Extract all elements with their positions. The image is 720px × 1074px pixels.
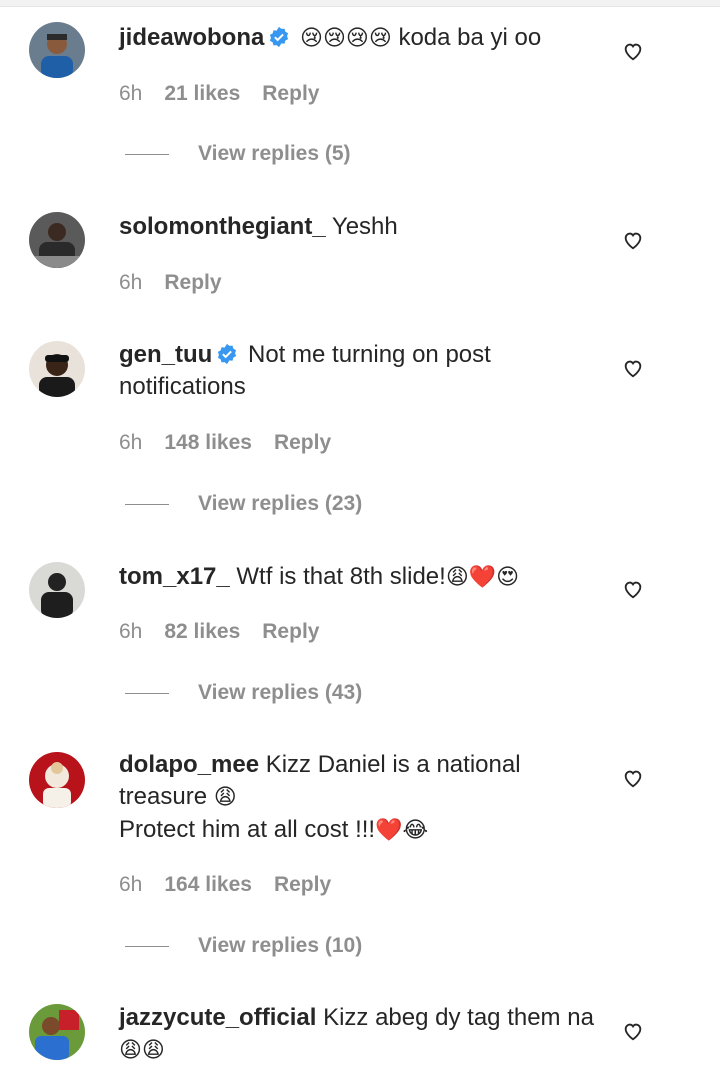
username[interactable]: dolapo_mee bbox=[119, 751, 259, 778]
avatar[interactable] bbox=[29, 212, 85, 268]
like-heart-icon[interactable] bbox=[622, 229, 644, 251]
comment-text: dolapo_mee Kizz Daniel is a national tre… bbox=[119, 749, 599, 847]
view-replies-button[interactable]: View replies (43) bbox=[125, 681, 362, 705]
comment-meta: 6h 148 likes Reply bbox=[119, 430, 331, 456]
comment-text: tom_x17_ Wtf is that 8th slide!😩❤️😍 bbox=[119, 561, 599, 594]
username[interactable]: tom_x17_ bbox=[119, 563, 230, 590]
comment-body: koda ba yi oo bbox=[398, 24, 542, 51]
divider bbox=[125, 945, 169, 947]
likes-count[interactable]: 164 likes bbox=[164, 872, 252, 898]
reply-button[interactable]: Reply bbox=[274, 430, 331, 456]
emoji: ❤️😂 bbox=[375, 818, 429, 843]
comment-meta: 6h 164 likes Reply bbox=[119, 872, 331, 898]
emoji: 😩❤️😍 bbox=[445, 565, 520, 590]
comment-meta: 6h 82 likes Reply bbox=[119, 619, 319, 645]
emoji: 😩 bbox=[213, 785, 237, 810]
username[interactable]: jideawobona bbox=[119, 24, 264, 51]
view-replies-label: View replies (5) bbox=[198, 142, 351, 165]
view-replies-label: View replies (23) bbox=[198, 492, 363, 515]
divider bbox=[125, 503, 169, 505]
emoji: 😩😩 bbox=[119, 1038, 165, 1063]
comment-body: Yeshh bbox=[331, 213, 398, 240]
avatar[interactable] bbox=[29, 752, 85, 808]
comment-meta: 6h Reply bbox=[119, 270, 222, 296]
emoji: 😢😢😢😢 bbox=[300, 26, 392, 51]
comment-meta: 6h 21 likes Reply bbox=[119, 81, 319, 107]
like-heart-icon[interactable] bbox=[622, 578, 644, 600]
like-heart-icon[interactable] bbox=[622, 1020, 644, 1042]
avatar[interactable] bbox=[29, 1004, 85, 1060]
top-divider bbox=[0, 0, 720, 7]
like-heart-icon[interactable] bbox=[622, 767, 644, 789]
divider bbox=[125, 692, 169, 694]
timestamp: 6h bbox=[119, 620, 143, 643]
like-heart-icon[interactable] bbox=[622, 40, 644, 62]
divider bbox=[125, 153, 169, 155]
like-heart-icon[interactable] bbox=[622, 357, 644, 379]
timestamp: 6h bbox=[119, 431, 143, 454]
view-replies-button[interactable]: View replies (10) bbox=[125, 934, 362, 958]
comment-text: solomonthegiant_ Yeshh bbox=[119, 211, 599, 243]
avatar[interactable] bbox=[29, 562, 85, 618]
likes-count[interactable]: 82 likes bbox=[164, 619, 240, 645]
comment-body: Kizz abeg dy tag them na bbox=[323, 1004, 594, 1031]
likes-count[interactable]: 148 likes bbox=[164, 430, 252, 456]
verified-badge-icon bbox=[268, 25, 290, 48]
reply-button[interactable]: Reply bbox=[262, 81, 319, 107]
timestamp: 6h bbox=[119, 82, 143, 105]
avatar[interactable] bbox=[29, 341, 85, 397]
timestamp: 6h bbox=[119, 873, 143, 896]
comment-text: jazzycute_official Kizz abeg dy tag them… bbox=[119, 1002, 599, 1067]
comment-text: jideawobona 😢😢😢😢 koda ba yi oo bbox=[119, 22, 599, 55]
reply-button[interactable]: Reply bbox=[262, 619, 319, 645]
username[interactable]: gen_tuu bbox=[119, 341, 212, 368]
reply-button[interactable]: Reply bbox=[274, 872, 331, 898]
comment-body: Wtf is that 8th slide! bbox=[236, 563, 446, 590]
timestamp: 6h bbox=[119, 271, 143, 294]
view-replies-button[interactable]: View replies (23) bbox=[125, 492, 362, 516]
comment-body-line2: Protect him at all cost !!! bbox=[119, 816, 376, 843]
username[interactable]: solomonthegiant_ bbox=[119, 213, 326, 240]
comment-text: gen_tuu Not me turning on post notificat… bbox=[119, 339, 599, 403]
avatar[interactable] bbox=[29, 22, 85, 78]
likes-count[interactable]: 21 likes bbox=[164, 81, 240, 107]
username[interactable]: jazzycute_official bbox=[119, 1004, 316, 1031]
view-replies-label: View replies (43) bbox=[198, 681, 363, 704]
view-replies-label: View replies (10) bbox=[198, 934, 363, 957]
verified-badge-icon bbox=[216, 342, 238, 365]
view-replies-button[interactable]: View replies (5) bbox=[125, 142, 351, 166]
reply-button[interactable]: Reply bbox=[164, 270, 221, 296]
